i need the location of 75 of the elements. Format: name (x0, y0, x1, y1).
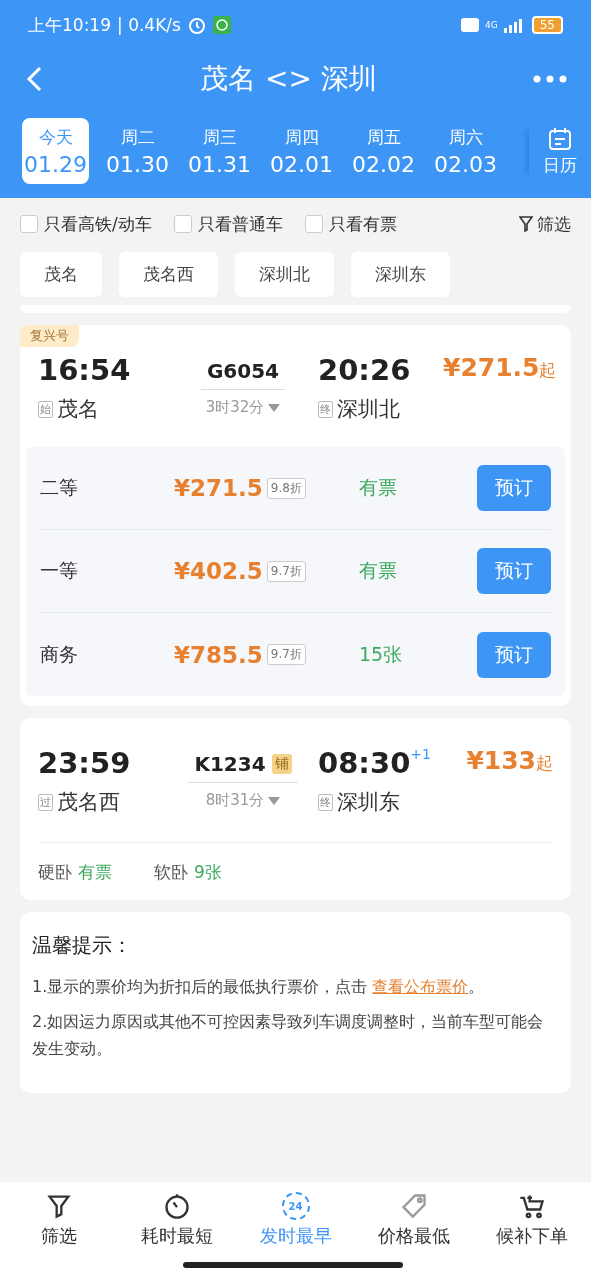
station-chip[interactable]: 深圳东 (351, 252, 450, 297)
train-type-tag: 复兴号 (20, 325, 79, 347)
berth-badge: 铺 (271, 754, 292, 774)
caret-icon[interactable] (268, 403, 281, 412)
price: ¥133 (466, 746, 536, 775)
depart-time: 16:54 (38, 353, 132, 387)
seat-availability: 有票 (359, 475, 398, 500)
network-type: 4G (485, 20, 498, 30)
filter-button[interactable]: 筛选 (537, 212, 571, 236)
seat-class: 一等 (40, 558, 79, 583)
notice-text: 2.如因运力原因或其他不可控因素导致列车调度调整时，当前车型可能会发生变动。 (32, 1011, 545, 1061)
arrive-station: 深圳东 (337, 789, 400, 816)
arrive-station: 深圳北 (337, 396, 400, 423)
calendar-label: 日历 (543, 153, 577, 177)
battery-level: 55 (531, 16, 563, 34)
arrive-time: 08:30 (318, 746, 411, 780)
network-speed: | 0.4K/s (117, 15, 181, 35)
seat-price: ¥271.5 (174, 475, 263, 501)
depart-station: 茂名西 (57, 789, 120, 816)
clock-icon: 24 (281, 1192, 310, 1220)
seat-price: ¥785.5 (174, 641, 263, 668)
caret-icon[interactable] (268, 796, 281, 805)
app-icon (212, 16, 231, 34)
station-chip[interactable]: 茂名西 (119, 252, 218, 297)
price-suffix: 起 (536, 753, 553, 775)
more-icon[interactable] (533, 75, 567, 83)
depart-time: 23:59 (38, 746, 132, 780)
station-chip[interactable]: 深圳北 (235, 252, 334, 297)
seat-price: ¥402.5 (174, 558, 263, 584)
nav-item[interactable]: 价格最低 (354, 1192, 473, 1280)
arrive-time: 20:26 (318, 353, 411, 387)
station-mark: 过 (38, 793, 53, 811)
seat-class: 软卧 (154, 861, 188, 884)
notice-title: 温馨提示： (32, 932, 133, 959)
train-number: K1234 (194, 752, 266, 776)
duration: 8时31分 (205, 791, 265, 810)
seat-availability: 有票 (359, 558, 398, 583)
train-card[interactable]: 复兴号 16:54 始 茂名 G6054 3时32分 20:26 终 深圳北 ¥271.5起 二等 ¥271.5 9.8折 有票 预订 一等 ¥402.5 9.7折 有票 预订 商务 ¥785.5 9.7折 15张 预订 (20, 325, 571, 706)
station-mark: 终 (318, 400, 333, 418)
seat-availability: 9张 (194, 861, 222, 884)
filter-checkbox[interactable] (304, 215, 323, 233)
price: ¥271.5 (443, 353, 540, 382)
station-mark: 始 (38, 400, 53, 418)
train-number: G6054 (206, 359, 280, 383)
timer-icon (163, 1192, 192, 1220)
nav-item[interactable]: 耗时最短 (118, 1192, 237, 1280)
discount-tag: 9.8折 (266, 477, 306, 499)
filter-checkbox[interactable] (173, 215, 192, 233)
seat-class: 二等 (40, 475, 79, 500)
seat-class: 商务 (40, 641, 79, 667)
calendar-icon[interactable] (547, 125, 573, 152)
nav-item[interactable]: 候补下单 (472, 1192, 591, 1280)
discount-tag: 9.7折 (266, 560, 306, 582)
seat-availability: 有票 (78, 861, 112, 884)
filter-icon[interactable] (519, 216, 533, 232)
filter-checkbox[interactable] (20, 215, 38, 233)
duration: 3时32分 (205, 398, 265, 417)
filter-label: 只看有票 (328, 212, 397, 236)
day-offset: +1 (410, 746, 431, 762)
station-chip[interactable]: 茂名 (20, 252, 102, 297)
filter-label: 只看高铁/动车 (44, 212, 152, 236)
filter-label: 只看普通车 (197, 212, 283, 236)
station-mark: 终 (318, 793, 333, 811)
depart-station: 茂名 (57, 396, 99, 423)
notice-text: 1.显示的票价均为折扣后的最低执行票价，点击 查看公布票价。 (32, 976, 486, 998)
back-icon[interactable] (24, 65, 44, 93)
price-suffix: 起 (539, 360, 557, 382)
route-title: 茂名 <> 深圳 (200, 61, 377, 97)
tag-icon (399, 1192, 428, 1220)
nav-item[interactable]: 筛选 (0, 1192, 119, 1280)
seat-class: 硬卧 (38, 861, 72, 884)
alarm-icon (186, 15, 207, 35)
discount-tag: 9.7折 (266, 644, 306, 665)
status-time: 上午10:19 (28, 13, 111, 37)
seat-availability: 15张 (359, 641, 404, 667)
